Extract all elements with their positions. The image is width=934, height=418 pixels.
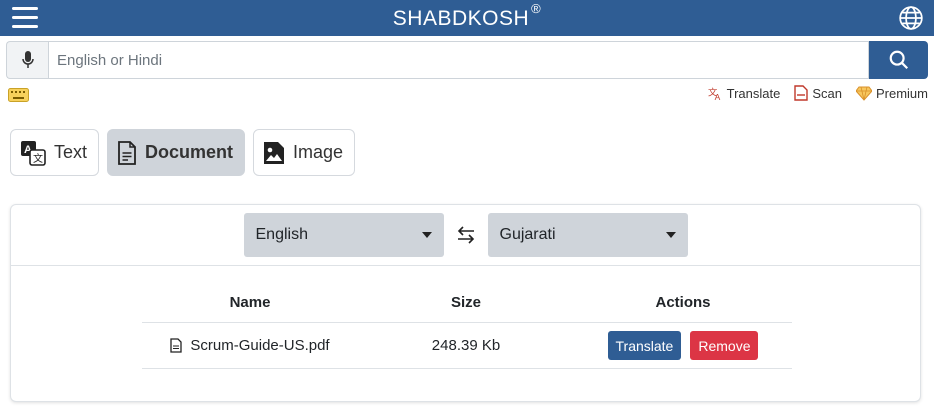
top-navbar: SHABDKOSH ®	[0, 0, 934, 36]
quicklink-scan[interactable]: Scan	[794, 85, 842, 101]
source-language-value: English	[255, 226, 308, 243]
document-icon	[118, 140, 136, 165]
file-size: 248.39 Kb	[431, 337, 501, 354]
mode-document-button[interactable]: Document	[107, 129, 246, 176]
quicklink-translate-label: Translate	[726, 85, 781, 101]
globe-icon[interactable]	[898, 5, 924, 31]
search-button[interactable]	[869, 41, 928, 79]
chevron-down-icon	[665, 232, 676, 238]
swap-arrows-icon[interactable]	[454, 223, 478, 247]
brand-logo[interactable]: SHABDKOSH ®	[392, 1, 541, 31]
text-translate-icon: A文	[21, 140, 46, 166]
mode-text-button[interactable]: A文 Text	[10, 129, 100, 176]
document-translate-card: English Gujarati Name Size Actions Scrum…	[10, 204, 921, 402]
svg-text:文: 文	[33, 152, 43, 165]
search-bar	[6, 41, 928, 79]
file-icon	[170, 338, 183, 353]
chevron-down-icon	[421, 232, 432, 238]
translate-file-button[interactable]: Translate	[607, 331, 682, 360]
brand-name: SHABDKOSH	[392, 7, 530, 30]
svg-text:A: A	[714, 92, 720, 101]
header-size: Size	[450, 294, 481, 311]
hamburger-icon[interactable]	[12, 7, 38, 29]
language-selector-bar: English Gujarati	[11, 205, 920, 266]
diamond-icon	[855, 86, 872, 101]
translate-icon: 文A	[708, 86, 721, 101]
scan-document-icon	[794, 85, 809, 101]
quicklink-translate[interactable]: 文A Translate	[708, 85, 781, 101]
translation-mode-tabs: A文 Text Document Image	[10, 129, 356, 176]
file-actions-cell: Translate Remove	[574, 331, 792, 360]
file-name: Scrum-Guide-US.pdf	[190, 337, 330, 354]
search-icon	[889, 50, 908, 70]
mode-document-label: Document	[145, 142, 234, 162]
keyboard-icon[interactable]	[8, 88, 29, 102]
target-language-select[interactable]: Gujarati	[487, 213, 688, 257]
mode-image-button[interactable]: Image	[253, 129, 356, 176]
voice-search-button[interactable]	[6, 41, 48, 79]
quicklink-premium[interactable]: Premium	[855, 85, 928, 101]
image-icon	[264, 141, 285, 164]
quicklink-premium-label: Premium	[875, 85, 928, 101]
microphone-icon	[21, 51, 34, 68]
header-actions: Actions	[655, 294, 711, 311]
table-header: Name Size Actions	[142, 283, 792, 323]
remove-file-button[interactable]: Remove	[690, 331, 759, 360]
mode-text-label: Text	[54, 142, 88, 162]
search-input[interactable]	[48, 41, 869, 79]
registered-mark: ®	[531, 1, 542, 16]
source-language-select[interactable]: English	[243, 213, 444, 257]
quicklink-scan-label: Scan	[812, 85, 842, 101]
quick-links: 文A Translate Scan Premium	[708, 85, 928, 101]
uploaded-files-table: Name Size Actions Scrum-Guide-US.pdf 248…	[142, 283, 792, 369]
file-name-cell: Scrum-Guide-US.pdf	[142, 337, 358, 354]
table-row: Scrum-Guide-US.pdf 248.39 Kb Translate R…	[142, 323, 792, 369]
header-name: Name	[229, 294, 271, 311]
mode-image-label: Image	[293, 142, 344, 162]
target-language-value: Gujarati	[499, 226, 556, 243]
